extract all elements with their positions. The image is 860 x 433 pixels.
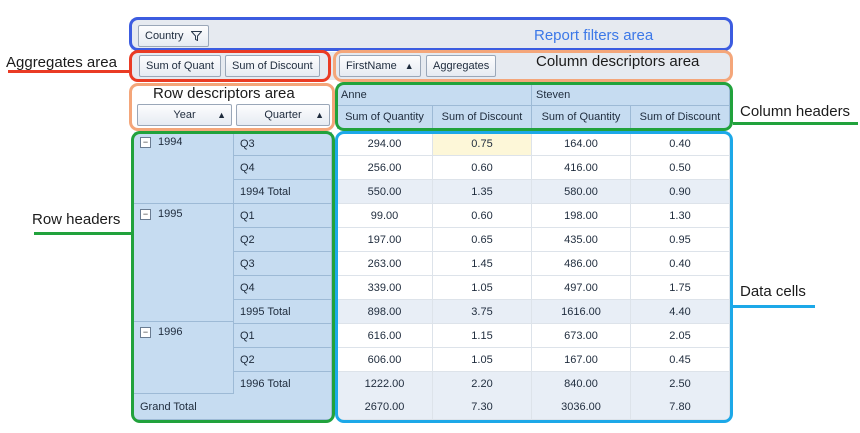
row-headers-callout-line	[34, 232, 131, 235]
aggregates-callout: Aggregates area	[6, 54, 117, 71]
row-headers-callout: Row headers	[32, 211, 121, 228]
column-headers-frame	[335, 82, 733, 131]
report-filters-callout: Report filters area	[534, 27, 654, 44]
aggregates-callout-line	[8, 70, 129, 73]
column-headers-callout-line	[733, 122, 858, 125]
data-cells-callout: Data cells	[740, 283, 806, 300]
aggregates-frame	[129, 50, 331, 82]
data-cells-callout-line	[733, 305, 815, 308]
row-headers-frame	[131, 131, 335, 423]
data-cells-frame	[335, 131, 733, 423]
column-headers-callout: Column headers	[740, 103, 851, 120]
column-descriptors-callout: Column descriptors area	[536, 53, 700, 70]
row-descriptors-frame	[129, 83, 335, 131]
